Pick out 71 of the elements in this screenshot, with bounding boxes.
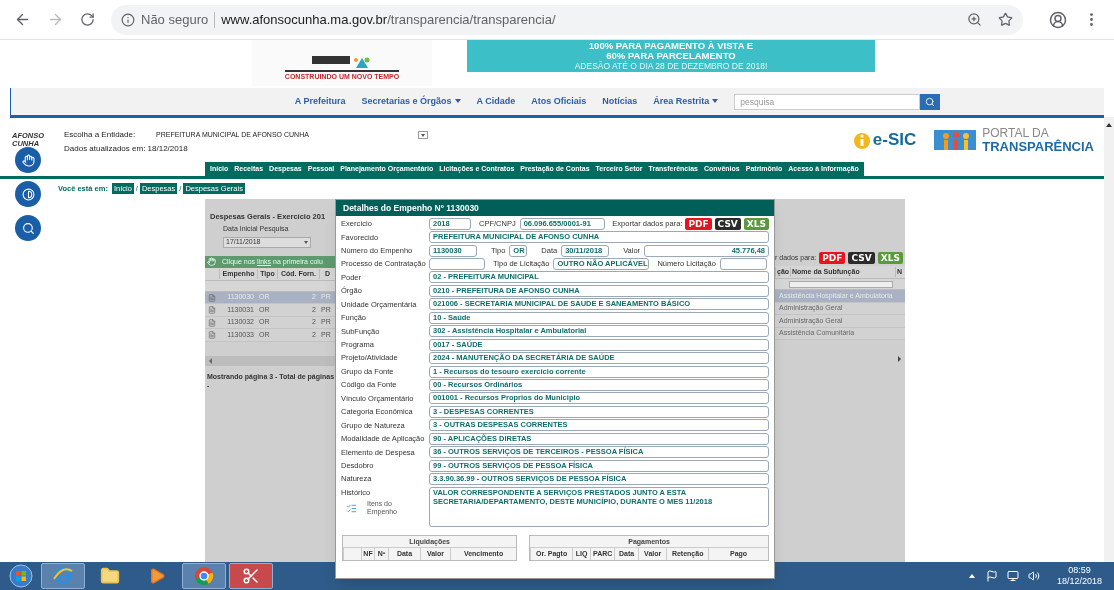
star-icon[interactable] bbox=[998, 12, 1013, 27]
export-button[interactable]: XLS bbox=[877, 252, 903, 264]
windows-orb-icon bbox=[9, 564, 33, 588]
clock[interactable]: 08:59 18/12/2018 bbox=[1056, 565, 1102, 587]
url-text: www.afonsocunha.ma.gov.br/transparencia/transparencia/ bbox=[221, 10, 556, 29]
security-label: Não seguro bbox=[141, 10, 209, 29]
zoom-button[interactable] bbox=[15, 215, 41, 241]
play-icon bbox=[148, 567, 166, 585]
folder-icon bbox=[100, 566, 120, 586]
info-person-icon bbox=[852, 130, 871, 150]
zoom-icon[interactable] bbox=[967, 12, 982, 27]
export-button[interactable]: CSV bbox=[714, 217, 741, 230]
clock-time: 08:59 bbox=[1068, 565, 1091, 576]
banner-text: 60% PARA PARCELAMENTO bbox=[606, 51, 736, 61]
entity-select[interactable] bbox=[418, 131, 428, 139]
nav-link[interactable]: Notícias bbox=[602, 94, 638, 109]
export-button[interactable]: PDF bbox=[819, 252, 846, 264]
dialog-title: Detalhes do Empenho Nº 1130030 bbox=[343, 201, 479, 215]
browser-e-icon bbox=[52, 565, 74, 587]
export-button[interactable]: XLS bbox=[743, 217, 769, 230]
address-bar[interactable]: Não seguro www.afonsocunha.ma.gov.br/transparencia/transparencia/ bbox=[111, 4, 1023, 35]
search-field[interactable]: pesquisa bbox=[734, 93, 921, 110]
nav-link[interactable]: Área Restrita bbox=[653, 94, 719, 109]
esic-logo: e-SIC bbox=[872, 129, 917, 152]
info-icon[interactable] bbox=[121, 12, 135, 27]
input-field[interactable] bbox=[719, 258, 767, 271]
network-icon[interactable] bbox=[1006, 570, 1019, 582]
update-date: Dados atualizados em: 18/12/2018 bbox=[64, 143, 189, 155]
pointer-icon bbox=[207, 257, 216, 267]
logo-drawing bbox=[312, 55, 372, 70]
contrast-button[interactable] bbox=[15, 181, 41, 207]
search-button[interactable] bbox=[920, 93, 941, 110]
tray-arrow-icon[interactable] bbox=[968, 574, 975, 578]
nav-link[interactable]: A Prefeitura bbox=[294, 94, 346, 109]
profile-icon[interactable] bbox=[1049, 10, 1067, 29]
people-icon bbox=[934, 128, 977, 152]
flag-icon[interactable] bbox=[985, 570, 998, 582]
taskbar-app[interactable] bbox=[182, 563, 226, 589]
search-icon bbox=[925, 96, 936, 107]
portal-title: PORTAL DA bbox=[982, 127, 1049, 140]
scissors-icon bbox=[242, 567, 260, 585]
portal-title: TRANSPARÊNCIA bbox=[982, 140, 1094, 153]
sign-language-button[interactable] bbox=[15, 147, 41, 173]
export-button[interactable]: CSV bbox=[848, 252, 875, 264]
nav-link[interactable]: A Cidade bbox=[476, 94, 516, 109]
hand-icon bbox=[21, 153, 35, 167]
clock-date: 18/12/2018 bbox=[1056, 576, 1102, 587]
caret-icon bbox=[304, 240, 308, 244]
reload-icon[interactable] bbox=[80, 12, 95, 27]
volume-icon[interactable] bbox=[1027, 570, 1040, 582]
search-icon bbox=[21, 221, 35, 235]
export-button[interactable]: PDF bbox=[685, 217, 712, 230]
input-field[interactable] bbox=[429, 258, 485, 271]
filter-field[interactable] bbox=[789, 280, 893, 288]
scroll-left-icon bbox=[209, 357, 212, 364]
caret-icon bbox=[421, 133, 425, 137]
banner-text: 100% PARA PAGAMENTO À VISTA E bbox=[588, 41, 754, 51]
contrast-icon bbox=[21, 187, 35, 201]
list-icon[interactable] bbox=[346, 502, 357, 514]
entity-label: Escolha a Entidade: bbox=[64, 129, 137, 141]
taskbar-app[interactable] bbox=[229, 563, 273, 589]
nav-link[interactable]: Secretarias e Órgãos bbox=[361, 94, 461, 109]
caret-icon bbox=[712, 99, 719, 104]
banner-text: ADESÃO ATÉ O DIA 28 DE DEZEMBRO DE 2018! bbox=[574, 61, 768, 71]
chrome-ball-icon bbox=[194, 566, 214, 586]
page-scrollbar[interactable] bbox=[1104, 117, 1114, 562]
nav-link[interactable]: Atos Oficiais bbox=[531, 94, 587, 109]
scroll-right-icon bbox=[898, 356, 901, 362]
scroll-up-icon[interactable] bbox=[1106, 123, 1112, 127]
caret-icon bbox=[454, 99, 461, 104]
back-icon[interactable] bbox=[14, 11, 31, 28]
